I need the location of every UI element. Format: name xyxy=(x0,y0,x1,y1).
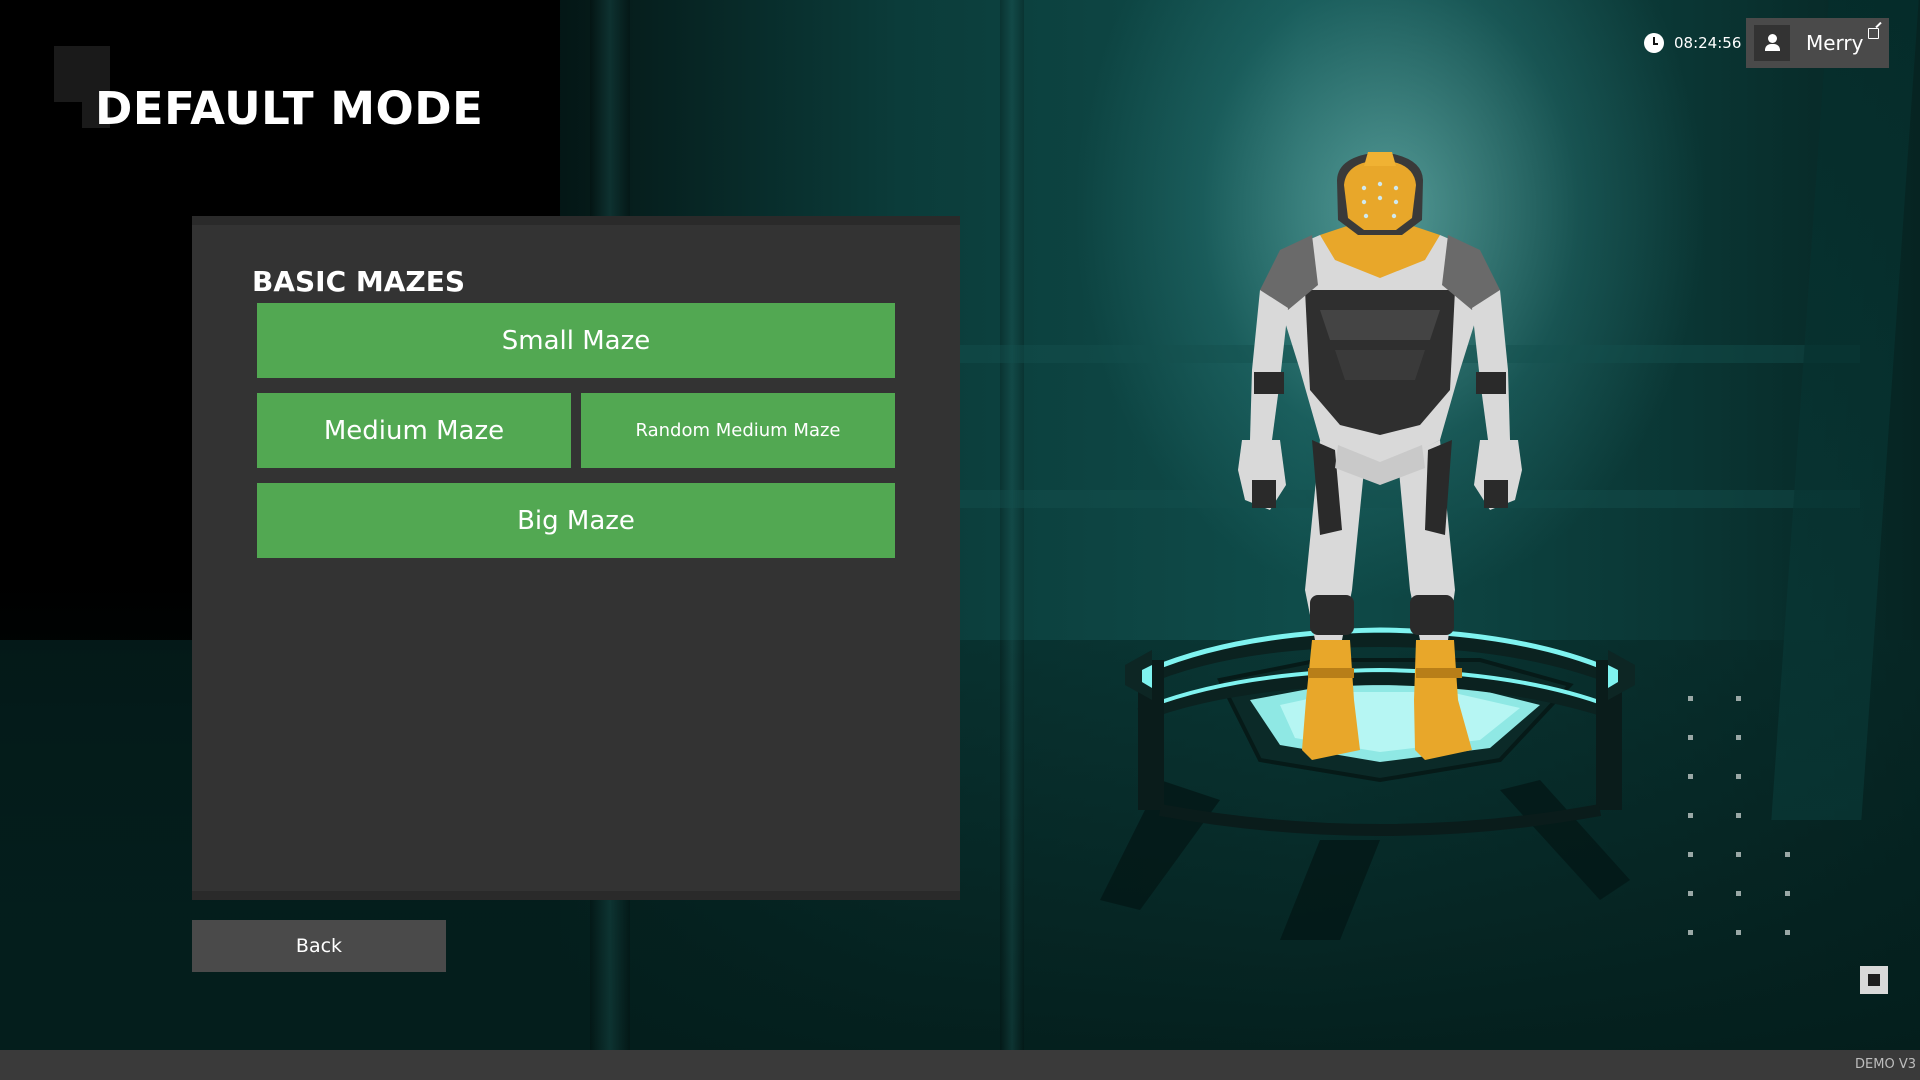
stop-icon[interactable] xyxy=(1860,966,1888,994)
page-title: DEFAULT MODE xyxy=(95,82,484,135)
clock: 08:24:56 xyxy=(1644,30,1741,56)
background-pillar xyxy=(1000,0,1024,1050)
bottom-bar: DEMO V3 xyxy=(0,1050,1920,1080)
external-link-icon xyxy=(1868,28,1879,39)
clock-icon xyxy=(1644,33,1664,53)
maze-selection-panel: BASIC MAZES Small Maze Medium Maze Rando… xyxy=(192,216,960,900)
username: Merry xyxy=(1806,31,1864,55)
big-maze-button[interactable]: Big Maze xyxy=(257,483,895,558)
medium-maze-button[interactable]: Medium Maze xyxy=(257,393,571,468)
clock-time: 08:24:56 xyxy=(1674,34,1742,52)
version-label: DEMO V3 xyxy=(1855,1057,1916,1072)
game-screen: DEFAULT MODE 08:24:56 Merry BASIC MAZES … xyxy=(0,0,1920,1080)
section-title: BASIC MAZES xyxy=(252,265,466,298)
back-button[interactable]: Back xyxy=(192,920,446,972)
user-profile-button[interactable]: Merry xyxy=(1746,18,1889,68)
user-icon xyxy=(1754,25,1790,61)
small-maze-button[interactable]: Small Maze xyxy=(257,303,895,378)
character-shadow xyxy=(1100,780,1630,940)
character-preview xyxy=(1100,152,1635,940)
random-medium-maze-button[interactable]: Random Medium Maze xyxy=(581,393,895,468)
